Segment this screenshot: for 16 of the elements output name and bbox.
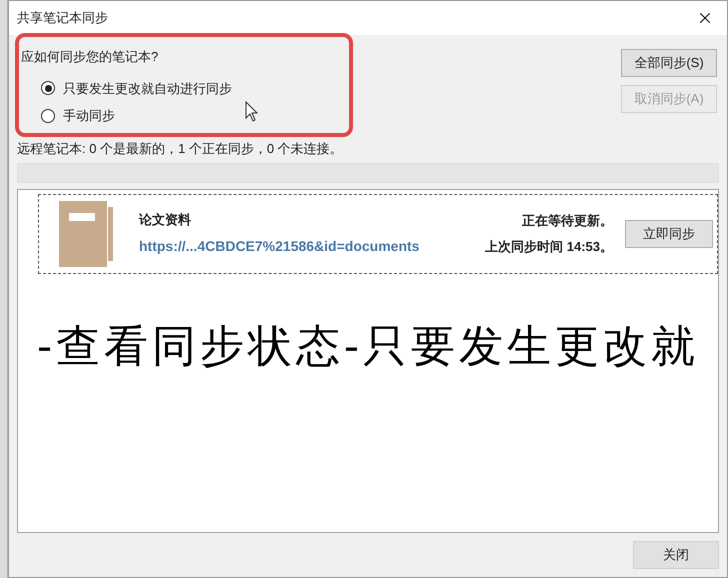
notebook-entry[interactable]: 论文资料 https://...4CBDCE7%21586&id=documents 正在等待更新。 上次同步时间 14:53。 立即同步	[38, 194, 718, 274]
video-caption: -查看同步状态-只要发生更改就	[37, 320, 699, 374]
status-text: 远程笔记本: 0 个是最新的，1 个正在同步，0 个未连接。	[16, 140, 344, 158]
window-title: 共享笔记本同步	[17, 9, 108, 28]
close-button[interactable]: 关闭	[633, 541, 719, 569]
sync-now-button[interactable]: 立即同步	[625, 220, 713, 248]
cursor-icon	[245, 101, 259, 123]
question-label: 应如何同步您的笔记本?	[21, 48, 160, 66]
notebook-url[interactable]: https://...4CBDCE7%21586&id=documents	[139, 236, 420, 257]
sync-button[interactable]: 全部同步(S)	[621, 49, 717, 77]
sync-radio[interactable]: 只要发生更改就自动进行同步	[41, 78, 349, 98]
sync-radio[interactable]: 手动同步	[41, 106, 349, 126]
sync-state: 正在等待更新。	[522, 212, 613, 230]
last-sync-time: 上次同步时间 14:53。	[485, 238, 613, 256]
notebook-name: 论文资料	[139, 211, 192, 230]
notebook-icon	[59, 200, 115, 266]
